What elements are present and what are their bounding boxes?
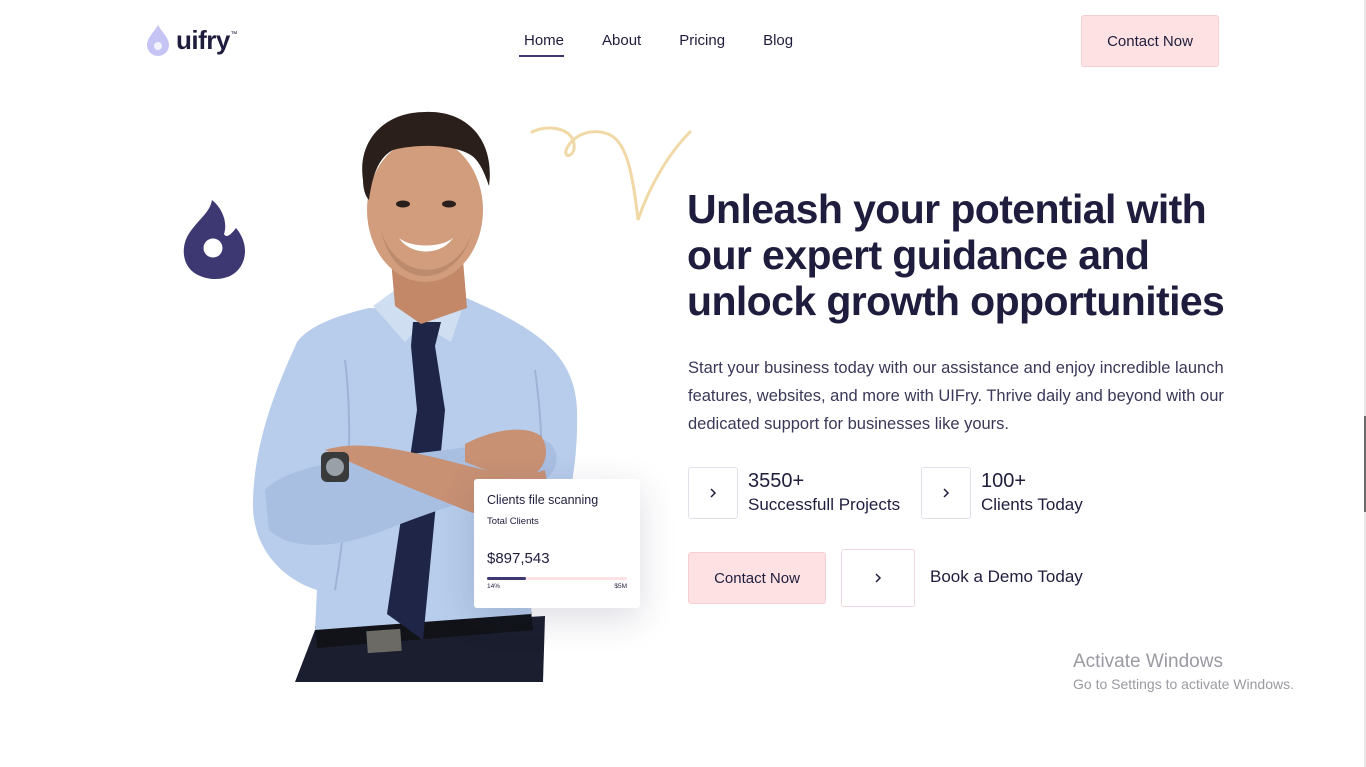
card-title: Clients file scanning [487, 493, 599, 507]
hero-headline: Unleash your potential with our expert g… [687, 186, 1225, 324]
watermark-subtitle: Go to Settings to activate Windows. [1073, 676, 1294, 692]
chevron-right-icon [710, 488, 717, 498]
nav-about[interactable]: About [602, 32, 641, 57]
chevron-right-icon [875, 573, 882, 583]
stat-projects-arrow-button[interactable] [688, 467, 738, 519]
chevron-right-icon [943, 488, 950, 498]
hero-contact-button[interactable]: Contact Now [688, 552, 826, 604]
nav-blog[interactable]: Blog [763, 32, 793, 57]
book-demo-arrow-button[interactable] [841, 549, 915, 607]
header-contact-button[interactable]: Contact Now [1081, 15, 1219, 67]
book-demo-link[interactable]: Book a Demo Today [930, 567, 1083, 587]
card-progress-fill [487, 577, 527, 580]
activate-windows-watermark: Activate Windows Go to Settings to activ… [1073, 651, 1294, 692]
watermark-title: Activate Windows [1073, 651, 1223, 672]
card-progress-bar [487, 577, 627, 580]
card-amount: $897,543 [487, 550, 550, 567]
card-subtitle: Total Clients [487, 516, 539, 527]
flame-icon [183, 200, 245, 280]
stat-projects-value: 3550+ [748, 470, 805, 492]
clients-card: Clients file scanning Total Clients $897… [474, 479, 640, 608]
card-scale-min: 14% [487, 583, 501, 590]
stat-clients-label: Clients Today [981, 495, 1083, 514]
nav-pricing[interactable]: Pricing [679, 32, 725, 57]
stat-clients: 100+ Clients Today [921, 467, 1083, 519]
card-scale: 14% $5M [487, 583, 627, 590]
hero-description: Start your business today with our assis… [688, 359, 1224, 433]
stat-clients-arrow-button[interactable] [921, 467, 971, 519]
stat-projects: 3550+ Successfull Projects [688, 467, 900, 519]
main-nav: Home About Pricing Blog [519, 32, 831, 57]
nav-home[interactable]: Home [519, 32, 565, 57]
logo[interactable]: uifry ™ [146, 24, 237, 56]
logo-text: uifry ™ [176, 24, 237, 55]
stat-clients-value: 100+ [981, 470, 1027, 492]
drop-icon [147, 25, 169, 56]
stat-projects-label: Successfull Projects [748, 495, 901, 514]
card-scale-max: $5M [614, 583, 627, 590]
